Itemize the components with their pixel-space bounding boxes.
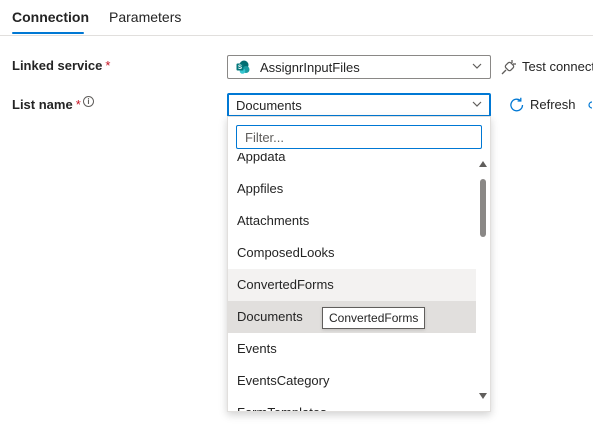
dropdown-list-viewport: Appdata Appfiles Attachments ComposedLoo… xyxy=(228,153,476,411)
scroll-thumb[interactable] xyxy=(480,179,486,237)
list-item[interactable]: ComposedLooks xyxy=(228,237,476,269)
filter-input[interactable] xyxy=(237,126,481,148)
required-mark: * xyxy=(105,58,111,73)
list-item[interactable]: Appdata xyxy=(228,153,476,173)
item-tooltip: ConvertedForms xyxy=(322,307,426,329)
active-tab-indicator xyxy=(12,32,84,34)
linked-service-label: Linked service * xyxy=(12,58,110,73)
refresh-icon xyxy=(510,97,524,112)
svg-text:S: S xyxy=(238,65,242,71)
list-item[interactable]: Attachments xyxy=(228,205,476,237)
refresh-label: Refresh xyxy=(530,97,576,112)
list-name-dropdown: Appdata Appfiles Attachments ComposedLoo… xyxy=(227,116,491,412)
scroll-down-arrow-icon[interactable] xyxy=(479,393,487,399)
list-item[interactable]: Events xyxy=(228,333,476,365)
list-item[interactable]: FormTemplates xyxy=(228,397,476,411)
required-mark: * xyxy=(75,97,81,112)
dropdown-list: Appdata Appfiles Attachments ComposedLoo… xyxy=(228,153,476,411)
overflow-icon xyxy=(588,101,593,109)
dropdown-scrollbar[interactable] xyxy=(476,153,490,411)
chevron-down-icon xyxy=(472,63,482,69)
plug-icon xyxy=(501,60,516,75)
tab-connection[interactable]: Connection xyxy=(12,9,89,25)
sharepoint-icon: S xyxy=(236,60,250,74)
tab-bar: Connection Parameters xyxy=(0,0,593,36)
list-name-value: Documents xyxy=(236,98,302,113)
refresh-button[interactable]: Refresh xyxy=(508,96,580,114)
tab-parameters[interactable]: Parameters xyxy=(109,9,181,25)
list-item-hovered[interactable]: ConvertedForms xyxy=(228,269,476,301)
test-connection-label: Test connect xyxy=(522,59,593,74)
linked-service-select[interactable]: S AssignrInputFiles xyxy=(227,55,491,79)
list-item[interactable]: EventsCategory xyxy=(228,365,476,397)
test-connection-button[interactable]: Test connect xyxy=(500,58,593,76)
linked-service-label-text: Linked service xyxy=(12,58,103,73)
list-item[interactable]: Appfiles xyxy=(228,173,476,205)
scroll-up-arrow-icon[interactable] xyxy=(479,161,487,167)
list-name-label: List name * xyxy=(12,97,81,112)
list-name-label-text: List name xyxy=(12,97,73,112)
info-icon[interactable]: i xyxy=(83,96,94,107)
linked-service-value: AssignrInputFiles xyxy=(260,60,360,75)
chevron-down-icon xyxy=(472,101,482,107)
list-name-select[interactable]: Documents xyxy=(227,93,491,117)
filter-field[interactable] xyxy=(236,125,482,149)
